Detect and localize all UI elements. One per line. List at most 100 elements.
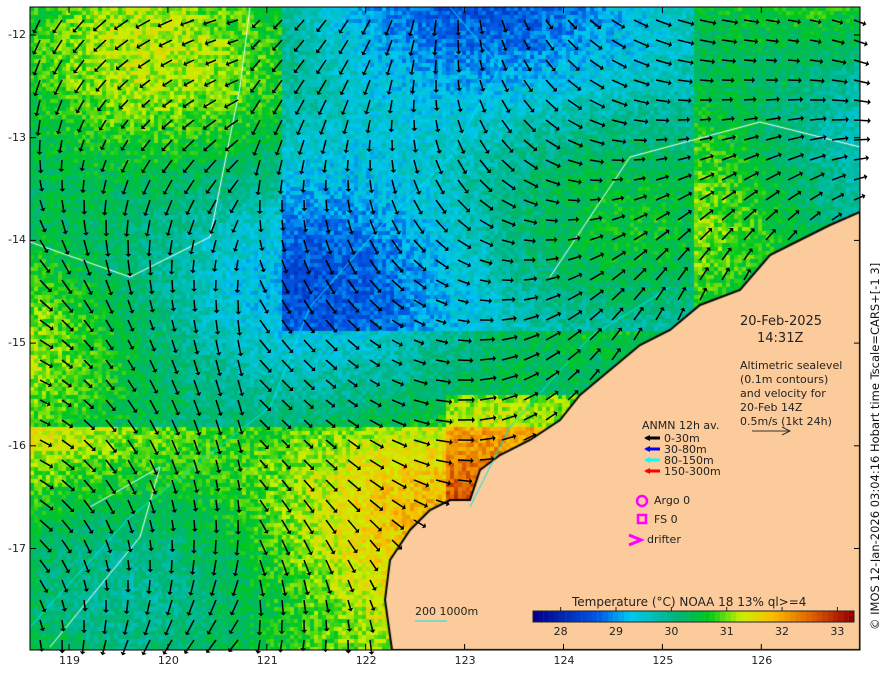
velocity-arrow bbox=[589, 139, 603, 145]
velocity-arrow bbox=[215, 499, 218, 509]
velocity-arrow bbox=[83, 339, 92, 349]
velocity-arrow bbox=[303, 359, 314, 370]
velocity-arrow bbox=[655, 309, 663, 321]
velocity-arrow bbox=[633, 19, 647, 27]
velocity-arrow bbox=[325, 299, 336, 312]
velocity-arrow bbox=[215, 319, 219, 332]
velocity-arrow bbox=[237, 439, 242, 451]
velocity-arrow bbox=[325, 579, 331, 592]
velocity-arrow-head bbox=[146, 253, 152, 257]
velocity-arrow bbox=[347, 559, 355, 571]
velocity-arrow bbox=[435, 199, 445, 212]
velocity-arrow bbox=[479, 357, 494, 361]
velocity-arrow bbox=[344, 119, 349, 132]
velocity-arrow bbox=[259, 379, 270, 391]
velocity-arrow bbox=[479, 59, 483, 69]
velocity-arrow bbox=[149, 379, 157, 392]
velocity-arrow-head bbox=[258, 613, 265, 617]
velocity-arrow bbox=[479, 39, 483, 51]
velocity-arrow-head bbox=[776, 96, 780, 103]
velocity-arrow-head bbox=[35, 132, 42, 136]
colorbar-swatch bbox=[725, 611, 732, 622]
velocity-arrow bbox=[523, 119, 535, 131]
velocity-arrow bbox=[853, 99, 868, 103]
velocity-arrow bbox=[677, 59, 692, 64]
velocity-arrow bbox=[567, 159, 581, 165]
velocity-arrow bbox=[39, 339, 52, 348]
velocity-arrow bbox=[743, 210, 755, 221]
velocity-arrow bbox=[61, 599, 66, 609]
velocity-arrow-head bbox=[411, 128, 418, 132]
velocity-arrow-head bbox=[620, 176, 624, 183]
velocity-arrow-head bbox=[664, 155, 668, 162]
velocity-arrow bbox=[193, 439, 199, 453]
velocity-arrow bbox=[787, 192, 800, 201]
velocity-arrow bbox=[39, 419, 49, 425]
velocity-arrow bbox=[105, 259, 111, 274]
velocity-arrow bbox=[545, 119, 558, 130]
velocity-arrow bbox=[413, 199, 422, 213]
velocity-arrow-head bbox=[235, 311, 242, 315]
velocity-arrow bbox=[809, 213, 819, 221]
velocity-arrow bbox=[83, 459, 95, 471]
velocity-arrow bbox=[809, 174, 823, 181]
velocity-arrow bbox=[567, 274, 580, 281]
velocity-arrow bbox=[391, 159, 395, 171]
velocity-arrow bbox=[413, 259, 425, 270]
velocity-arrow bbox=[105, 379, 113, 389]
velocity-arrow bbox=[105, 419, 115, 431]
velocity-arrow bbox=[237, 419, 243, 432]
velocity-arrow bbox=[501, 355, 516, 361]
velocity-arrow bbox=[743, 19, 757, 23]
velocity-arrow-head bbox=[479, 31, 485, 35]
velocity-arrow bbox=[257, 179, 261, 193]
velocity-arrow bbox=[633, 289, 644, 301]
velocity-arrow bbox=[391, 399, 404, 406]
velocity-arrow bbox=[369, 279, 380, 291]
velocity-arrow bbox=[545, 392, 557, 401]
velocity-arrow bbox=[233, 219, 239, 231]
velocity-arrow bbox=[303, 579, 308, 593]
velocity-arrow bbox=[125, 599, 129, 612]
velocity-arrow bbox=[281, 519, 290, 532]
velocity-arrow bbox=[391, 499, 404, 508]
velocity-arrow bbox=[303, 279, 311, 293]
velocity-arrow bbox=[251, 79, 261, 91]
velocity-arrow bbox=[655, 249, 667, 261]
velocity-arrow bbox=[523, 393, 537, 401]
velocity-arrow bbox=[457, 319, 468, 323]
velocity-arrow bbox=[117, 59, 129, 69]
velocity-arrow bbox=[567, 199, 578, 202]
velocity-arrow-head bbox=[211, 268, 218, 272]
velocity-arrow bbox=[127, 499, 134, 512]
velocity-arrow-head bbox=[469, 478, 473, 485]
velocity-arrow bbox=[215, 379, 221, 394]
velocity-arrow bbox=[435, 459, 450, 464]
velocity-arrow bbox=[258, 619, 261, 633]
velocity-arrow bbox=[523, 278, 535, 281]
velocity-arrow bbox=[765, 117, 779, 121]
velocity-arrow bbox=[171, 319, 175, 330]
velocity-arrow bbox=[39, 519, 51, 530]
fs-label: FS 0 bbox=[654, 513, 678, 526]
velocity-arrow bbox=[699, 269, 708, 281]
velocity-arrow bbox=[209, 199, 217, 212]
velocity-arrow bbox=[501, 317, 514, 321]
velocity-arrow bbox=[809, 59, 821, 63]
velocity-arrow bbox=[171, 519, 174, 529]
velocity-arrow bbox=[193, 419, 200, 434]
velocity-arrow bbox=[765, 211, 777, 221]
velocity-arrow-head bbox=[389, 148, 396, 152]
velocity-arrow bbox=[83, 319, 93, 331]
velocity-arrow-head bbox=[323, 208, 330, 213]
velocity-arrow bbox=[347, 399, 356, 406]
velocity-arrow bbox=[340, 59, 349, 73]
velocity-arrow bbox=[567, 292, 581, 301]
velocity-arrow bbox=[347, 519, 358, 531]
velocity-arrow bbox=[184, 159, 195, 172]
velocity-arrow bbox=[185, 59, 195, 65]
colorbar-swatch bbox=[618, 611, 625, 622]
velocity-arrow bbox=[369, 399, 380, 406]
colorbar-swatch bbox=[650, 611, 657, 622]
velocity-arrow-head bbox=[492, 355, 497, 362]
